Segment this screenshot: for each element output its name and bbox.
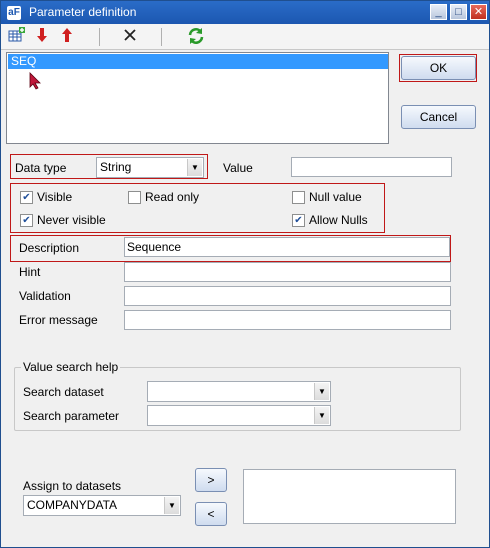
- hint-label: Hint: [19, 265, 41, 279]
- search-dataset-label: Search dataset: [23, 385, 104, 399]
- window-title: Parameter definition: [29, 5, 137, 19]
- error-message-label: Error message: [19, 313, 98, 327]
- read-only-label: Read only: [145, 190, 200, 204]
- search-dataset-select[interactable]: ▼: [147, 381, 331, 402]
- validation-input[interactable]: [124, 286, 451, 306]
- value-label: Value: [223, 161, 253, 175]
- chevron-down-icon[interactable]: ▼: [164, 497, 179, 514]
- description-input[interactable]: Sequence: [124, 237, 450, 257]
- delete-x-icon[interactable]: [120, 27, 140, 47]
- data-type-select[interactable]: String ▼: [96, 157, 204, 178]
- never-visible-label: Never visible: [37, 213, 106, 227]
- add-to-datasets-button[interactable]: >: [195, 468, 227, 492]
- assign-datasets-label: Assign to datasets: [23, 479, 122, 493]
- maximize-button[interactable]: □: [450, 4, 467, 20]
- value-search-group-label: Value search help: [21, 360, 121, 374]
- assign-dataset-select[interactable]: COMPANYDATA ▼: [23, 495, 181, 516]
- value-input[interactable]: [291, 157, 452, 177]
- minimize-button[interactable]: _: [430, 4, 447, 20]
- search-parameter-select[interactable]: ▼: [147, 405, 331, 426]
- never-visible-checkbox[interactable]: ✔: [20, 214, 33, 227]
- toolbar: [1, 24, 489, 50]
- add-grid-icon[interactable]: [7, 27, 27, 47]
- chevron-down-icon[interactable]: ▼: [187, 159, 202, 176]
- title-bar[interactable]: aF Parameter definition _ □ ✕: [1, 1, 489, 24]
- null-value-label: Null value: [309, 190, 362, 204]
- null-value-checkbox[interactable]: [292, 191, 305, 204]
- visible-label: Visible: [37, 190, 73, 204]
- data-type-label: Data type: [15, 161, 67, 175]
- close-button[interactable]: ✕: [470, 4, 487, 20]
- app-icon: aF: [7, 6, 21, 20]
- description-label: Description: [19, 241, 80, 255]
- list-item-seq[interactable]: SEQ: [8, 54, 388, 69]
- validation-label: Validation: [19, 289, 71, 303]
- assign-dataset-value: COMPANYDATA: [27, 498, 118, 512]
- refresh-green-icon[interactable]: [186, 27, 206, 47]
- toolbar-separator: [161, 28, 162, 46]
- read-only-checkbox[interactable]: [128, 191, 141, 204]
- chevron-down-icon[interactable]: ▼: [314, 407, 329, 424]
- parameter-definition-window: aF Parameter definition _ □ ✕ SEQ OK Can…: [0, 0, 490, 548]
- mouse-cursor-icon: [29, 72, 41, 93]
- search-parameter-label: Search parameter: [23, 409, 120, 423]
- visible-checkbox[interactable]: ✔: [20, 191, 33, 204]
- arrow-down-red-icon[interactable]: [32, 27, 52, 47]
- allow-nulls-checkbox[interactable]: ✔: [292, 214, 305, 227]
- remove-from-datasets-button[interactable]: <: [195, 502, 227, 526]
- assigned-datasets-list[interactable]: [243, 469, 456, 524]
- ok-button[interactable]: OK: [401, 56, 476, 80]
- allow-nulls-label: Allow Nulls: [309, 213, 368, 227]
- data-type-value: String: [100, 160, 132, 174]
- hint-input[interactable]: [124, 262, 451, 282]
- cancel-button[interactable]: Cancel: [401, 105, 476, 129]
- arrow-up-red-icon[interactable]: [57, 27, 77, 47]
- toolbar-separator: [99, 28, 100, 46]
- chevron-down-icon[interactable]: ▼: [314, 383, 329, 400]
- error-message-input[interactable]: [124, 310, 451, 330]
- parameters-list[interactable]: SEQ: [6, 52, 389, 144]
